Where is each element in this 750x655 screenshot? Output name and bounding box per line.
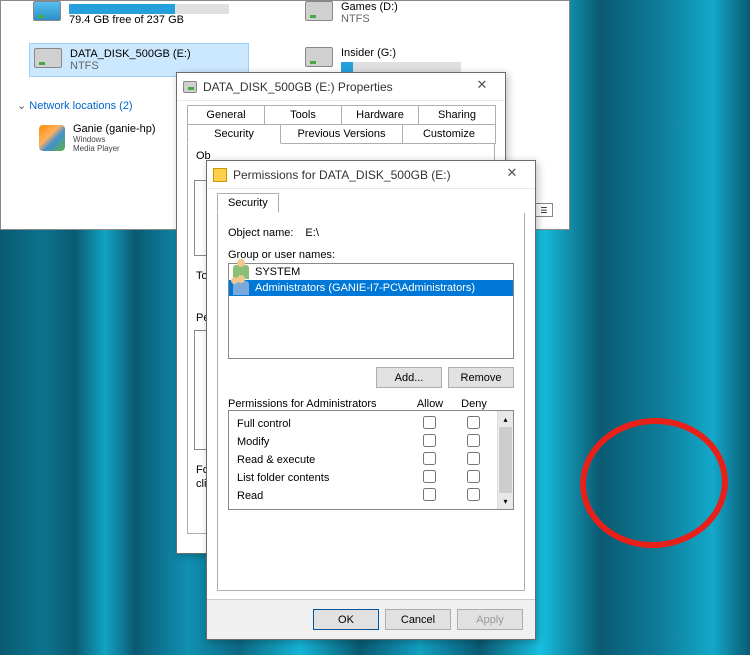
tab-hardware[interactable]: Hardware <box>341 105 419 125</box>
perm-label: Modify <box>237 436 407 448</box>
perm-label: List folder contents <box>237 472 407 484</box>
remove-button[interactable]: Remove <box>448 367 514 388</box>
drive-d[interactable]: Games (D:) NTFS <box>301 0 511 29</box>
group-icon <box>233 281 249 295</box>
properties-tabs-row1: General Tools Hardware Sharing <box>177 105 505 125</box>
permissions-titlebar[interactable]: Permissions for DATA_DISK_500GB (E:) ✕ <box>207 161 535 189</box>
col-allow: Allow <box>408 398 452 410</box>
deny-read-execute[interactable] <box>467 452 480 465</box>
user-label: Administrators (GANIE-I7-PC\Administrato… <box>255 282 475 294</box>
allow-modify[interactable] <box>423 434 436 447</box>
apply-button[interactable]: Apply <box>457 609 523 630</box>
drive-subtext: NTFS <box>341 13 398 25</box>
permissions-tabs: Security <box>207 193 535 213</box>
perm-row-list-folder: List folder contents <box>237 469 495 487</box>
deny-full-control[interactable] <box>467 416 480 429</box>
wmp-icon <box>39 125 65 151</box>
drive-icon <box>305 1 333 21</box>
permissions-panel: Object name: E:\ Group or user names: SY… <box>217 213 525 591</box>
properties-title: DATA_DISK_500GB (E:) Properties <box>203 80 465 94</box>
perm-row-modify: Modify <box>237 433 495 451</box>
col-deny: Deny <box>452 398 496 410</box>
capacity-bar <box>69 4 229 14</box>
object-name-value: E:\ <box>305 227 318 239</box>
drive-subtext: NTFS <box>70 60 191 72</box>
folder-icon <box>213 168 227 182</box>
perm-label: Full control <box>237 418 407 430</box>
perm-label: Read <box>237 490 407 502</box>
view-details-button[interactable]: ☰ <box>535 203 553 217</box>
allow-list-folder[interactable] <box>423 470 436 483</box>
perm-label: Read & execute <box>237 454 407 466</box>
scroll-down-icon[interactable]: ▾ <box>498 493 513 509</box>
drive-subtext: 79.4 GB free of 237 GB <box>69 14 229 26</box>
user-row-administrators[interactable]: Administrators (GANIE-I7-PC\Administrato… <box>229 280 513 296</box>
permissions-scrollbar[interactable]: ▴ ▾ <box>497 411 513 509</box>
user-label: SYSTEM <box>255 266 300 278</box>
permissions-title: Permissions for DATA_DISK_500GB (E:) <box>233 168 495 182</box>
perm-row-full-control: Full control <box>237 415 495 433</box>
tab-security[interactable]: Security <box>217 193 279 213</box>
scroll-up-icon[interactable]: ▴ <box>498 411 513 427</box>
drive-c[interactable]: 79.4 GB free of 237 GB <box>29 0 249 30</box>
allow-full-control[interactable] <box>423 416 436 429</box>
permissions-for-label: Permissions for Administrators <box>228 398 408 410</box>
tab-general[interactable]: General <box>187 105 265 125</box>
deny-modify[interactable] <box>467 434 480 447</box>
close-icon[interactable]: ✕ <box>465 77 499 97</box>
scroll-thumb[interactable] <box>499 427 512 493</box>
wmp-caption: WindowsMedia Player <box>73 135 156 153</box>
tab-sharing[interactable]: Sharing <box>418 105 496 125</box>
perm-row-read: Read <box>237 487 495 505</box>
group-user-label: Group or user names: <box>228 249 514 261</box>
object-name-label: Object name: <box>228 227 293 239</box>
close-icon[interactable]: ✕ <box>495 165 529 185</box>
perm-row-read-execute: Read & execute <box>237 451 495 469</box>
drive-icon <box>33 1 61 21</box>
dialog-footer: OK Cancel Apply <box>207 599 535 639</box>
tab-tools[interactable]: Tools <box>264 105 342 125</box>
drive-label: Games (D:) <box>341 1 398 13</box>
user-row-system[interactable]: SYSTEM <box>229 264 513 280</box>
add-button[interactable]: Add... <box>376 367 442 388</box>
drive-label: DATA_DISK_500GB (E:) <box>70 48 191 60</box>
deny-list-folder[interactable] <box>467 470 480 483</box>
allow-read-execute[interactable] <box>423 452 436 465</box>
network-item-wmp[interactable]: Ganie (ganie-hp) WindowsMedia Player <box>39 123 156 153</box>
tab-security[interactable]: Security <box>187 124 281 144</box>
properties-titlebar[interactable]: DATA_DISK_500GB (E:) Properties ✕ <box>177 73 505 101</box>
network-locations-heading[interactable]: Network locations (2) <box>17 99 133 112</box>
user-list[interactable]: SYSTEM Administrators (GANIE-I7-PC\Admin… <box>228 263 514 359</box>
wmp-label: Ganie (ganie-hp) <box>73 123 156 135</box>
tab-previous-versions[interactable]: Previous Versions <box>280 124 403 144</box>
ok-button[interactable]: OK <box>313 609 379 630</box>
tab-customize[interactable]: Customize <box>402 124 496 144</box>
permissions-dialog: Permissions for DATA_DISK_500GB (E:) ✕ S… <box>206 160 536 640</box>
drive-icon <box>34 48 62 68</box>
drive-icon <box>183 81 197 93</box>
deny-read[interactable] <box>467 488 480 501</box>
permissions-table: Full control Modify Read & execute List … <box>228 410 514 510</box>
cancel-button[interactable]: Cancel <box>385 609 451 630</box>
drive-label: Insider (G:) <box>341 47 461 59</box>
properties-tabs-row2: Security Previous Versions Customize <box>177 124 505 144</box>
drive-icon <box>305 47 333 67</box>
allow-read[interactable] <box>423 488 436 501</box>
capacity-bar <box>341 62 461 72</box>
